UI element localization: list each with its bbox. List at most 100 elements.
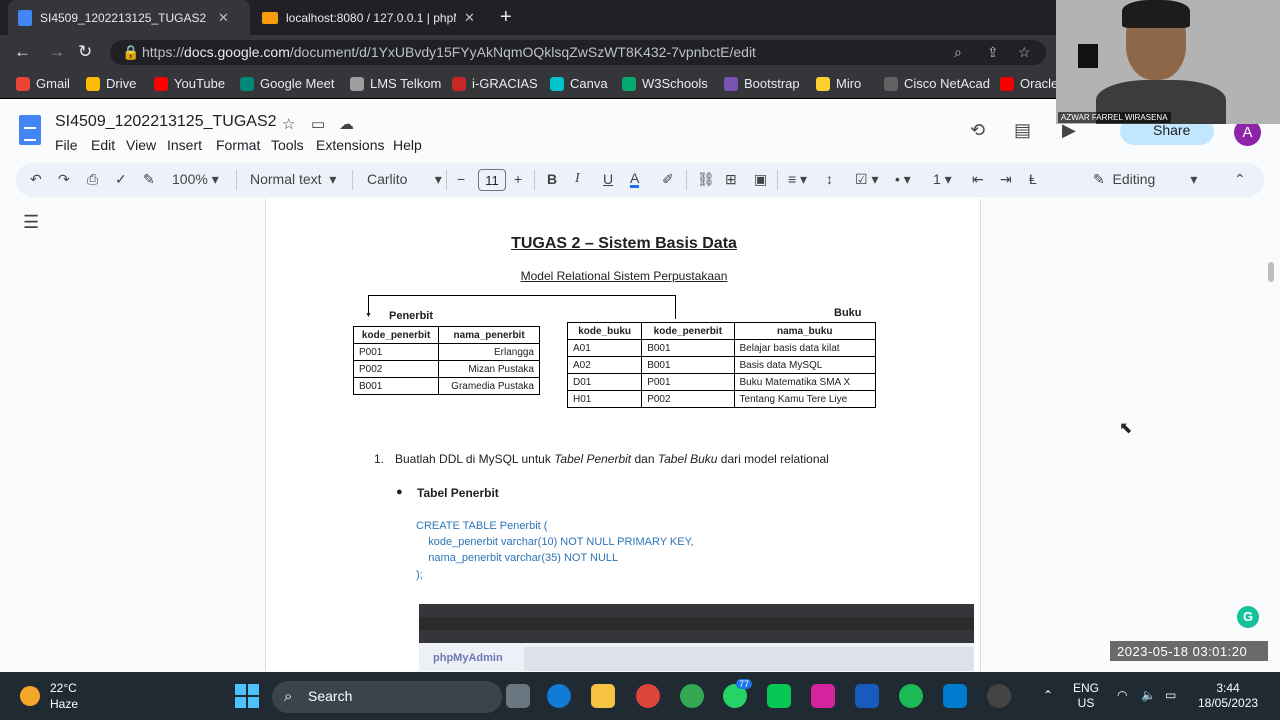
menu-file[interactable]: File: [55, 137, 78, 153]
numbered-list-icon[interactable]: 1 ▾: [933, 171, 952, 188]
increase-font-icon[interactable]: +: [514, 171, 522, 187]
line-icon[interactable]: [767, 684, 791, 708]
menu-insert[interactable]: Insert: [167, 137, 202, 153]
address-bar[interactable]: https://docs.google.com/document/d/1YxUB…: [110, 40, 1046, 65]
lock-icon[interactable]: 🔒: [122, 44, 139, 61]
spellcheck-icon[interactable]: ✓: [115, 171, 127, 188]
bookmark-11[interactable]: Oracle: [1000, 76, 1058, 91]
share-page-icon[interactable]: ⇪: [987, 44, 999, 61]
editing-mode-select[interactable]: ✎ Editing ▾: [1093, 171, 1197, 188]
bookmark-3[interactable]: Google Meet: [240, 76, 334, 91]
windows-start-icon[interactable]: [235, 684, 259, 708]
chrome-icon[interactable]: [636, 684, 660, 708]
align-icon[interactable]: ≡ ▾: [788, 171, 807, 188]
menu-tools[interactable]: Tools: [271, 137, 304, 153]
paint-format-icon[interactable]: ✎: [143, 171, 155, 188]
underline-icon[interactable]: U: [603, 171, 613, 187]
bookmark-9[interactable]: Miro: [816, 76, 861, 91]
grammarly-icon[interactable]: G: [1237, 606, 1259, 628]
bookmark-7[interactable]: W3Schools: [622, 76, 708, 91]
image-icon[interactable]: ▣: [754, 171, 767, 188]
star-icon[interactable]: ☆: [282, 115, 295, 133]
word-icon[interactable]: [855, 684, 879, 708]
clock[interactable]: 3:44 18/05/2023: [1198, 681, 1258, 711]
chevron-up-icon[interactable]: ⌃: [1043, 688, 1053, 703]
highlight-icon[interactable]: ✐: [662, 171, 674, 188]
wifi-icon[interactable]: ◠: [1117, 688, 1127, 703]
bookmark-1[interactable]: Drive: [86, 76, 136, 91]
language-indicator[interactable]: ENG US: [1073, 681, 1099, 711]
link-icon[interactable]: ⛓: [697, 171, 715, 188]
forward-icon[interactable]: →: [48, 42, 65, 62]
weather-icon[interactable]: [20, 686, 40, 706]
new-tab-button[interactable]: +: [500, 6, 512, 29]
close-icon[interactable]: ✕: [218, 10, 229, 26]
docs-logo-icon[interactable]: [19, 115, 41, 145]
tab-phpmyadmin[interactable]: localhost:8080 / 127.0.0.1 | phpMyAdmin …: [252, 0, 494, 35]
font-size-input[interactable]: 11: [478, 169, 506, 191]
zoom-select[interactable]: 100% ▾: [172, 171, 219, 188]
task-view-icon[interactable]: [506, 684, 530, 708]
bookmark-2[interactable]: YouTube: [154, 76, 225, 91]
decrease-font-icon[interactable]: −: [457, 171, 465, 187]
close-icon[interactable]: ✕: [464, 10, 475, 26]
italic-icon[interactable]: I: [575, 171, 580, 187]
bulleted-list-icon[interactable]: • ▾: [895, 171, 911, 188]
increase-indent-icon[interactable]: ⇥: [1000, 171, 1012, 188]
menu-format[interactable]: Format: [216, 137, 260, 153]
line-spacing-icon[interactable]: ↕: [826, 171, 833, 187]
embedded-screenshot[interactable]: phpMyAdmin: [419, 604, 974, 671]
decrease-indent-icon[interactable]: ⇤: [972, 171, 984, 188]
undo-icon[interactable]: ↶: [30, 171, 42, 188]
bookmark-6[interactable]: Canva: [550, 76, 608, 91]
document-page[interactable]: TUGAS 2 – Sistem Basis Data Model Relati…: [265, 199, 981, 671]
clear-formatting-icon[interactable]: Ⱡ: [1029, 171, 1037, 187]
menu-extensions[interactable]: Extensions: [316, 137, 384, 153]
table-cell: P002: [352, 360, 440, 378]
reload-icon[interactable]: ↻: [78, 42, 92, 62]
bookmark-5[interactable]: i-GRACIAS: [452, 76, 538, 91]
font-select[interactable]: Carlito ▾: [367, 171, 442, 188]
battery-icon[interactable]: ▭: [1165, 688, 1176, 703]
scrollbar-thumb[interactable]: [1268, 262, 1274, 282]
document-title[interactable]: SI4509_1202213125_TUGAS2: [55, 113, 277, 131]
style-select[interactable]: Normal text ▾: [250, 171, 336, 188]
outline-icon[interactable]: ☰: [23, 212, 39, 233]
menu-help[interactable]: Help: [393, 137, 422, 153]
collapse-menus-icon[interactable]: ⌃: [1234, 171, 1246, 188]
cloud-status-icon[interactable]: ☁: [339, 115, 354, 133]
spotify-icon[interactable]: [899, 684, 923, 708]
vscode-icon[interactable]: [943, 684, 967, 708]
edge-icon[interactable]: [547, 684, 571, 708]
comments-icon[interactable]: ▤: [1014, 120, 1031, 141]
volume-icon[interactable]: 🔈: [1141, 688, 1156, 703]
checklist-icon[interactable]: ☑ ▾: [855, 171, 878, 188]
code-line: nama_penerbit varchar(35) NOT NULL: [416, 552, 619, 564]
media-player-icon[interactable]: [987, 684, 1011, 708]
menu-view[interactable]: View: [126, 137, 156, 153]
taskbar-search[interactable]: ⌕ Search: [272, 681, 502, 713]
move-folder-icon[interactable]: ▭: [311, 115, 325, 133]
text-color-icon[interactable]: A: [630, 171, 640, 188]
webcam-name: AZWAR FARREL WIRASENA: [1058, 112, 1171, 123]
bookmark-star-icon[interactable]: ☆: [1018, 44, 1031, 61]
bookmark-4[interactable]: LMS Telkom: [350, 76, 441, 91]
back-icon[interactable]: ←: [14, 42, 31, 62]
table-cell: H01: [566, 390, 643, 408]
bookmark-10[interactable]: Cisco NetAcad: [884, 76, 990, 91]
menu-edit[interactable]: Edit: [91, 137, 115, 153]
chrome-profile-icon[interactable]: [680, 684, 704, 708]
bookmark-8[interactable]: Bootstrap: [724, 76, 800, 91]
tab-title: SI4509_1202213125_TUGAS2 - Google Docs: [40, 10, 210, 25]
bold-icon[interactable]: B: [547, 171, 557, 187]
tab-google-docs[interactable]: SI4509_1202213125_TUGAS2 - Google Docs ✕: [8, 0, 250, 35]
version-history-icon[interactable]: ⟲: [970, 120, 985, 141]
bookmark-0[interactable]: Gmail: [16, 76, 70, 91]
add-comment-icon[interactable]: ⊞: [725, 171, 737, 188]
redo-icon[interactable]: ↷: [58, 171, 70, 188]
weather-widget[interactable]: 22°C Haze: [50, 680, 78, 712]
print-icon[interactable]: ⎙: [87, 171, 98, 188]
instagram-icon[interactable]: [811, 684, 835, 708]
file-explorer-icon[interactable]: [591, 684, 615, 708]
zoom-search-icon[interactable]: ⌕: [954, 44, 962, 61]
